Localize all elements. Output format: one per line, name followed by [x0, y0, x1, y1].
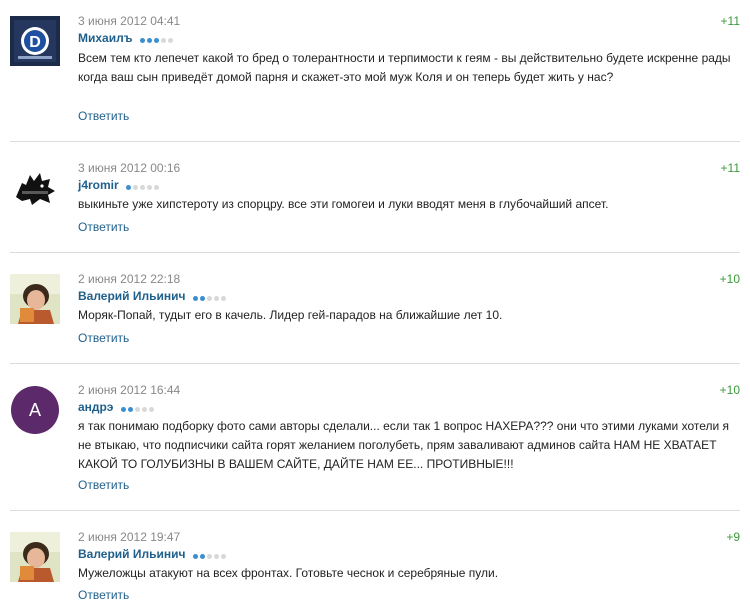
author-line: Михаилъ [78, 30, 175, 47]
user-photo-icon [10, 532, 60, 582]
comment-date: 2 июня 2012 16:44 [78, 383, 181, 397]
rating-dot [141, 406, 147, 412]
rating-dot [199, 553, 205, 559]
user-photo-icon [10, 274, 60, 324]
letter-avatar-icon: A [11, 386, 59, 434]
author-line: андрэ [78, 399, 156, 416]
rating-dot [206, 295, 212, 301]
author-link[interactable]: Валерий Ильинич [78, 289, 186, 303]
rating-dot [153, 37, 159, 43]
author-link[interactable]: андрэ [78, 400, 113, 414]
divider [10, 510, 740, 511]
comment-item: 2 июня 2012 22:18 +10 Валерий Ильинич Мо… [0, 272, 750, 352]
rating-dot [148, 406, 154, 412]
comment-item: A 2 июня 2012 16:44 +10 андрэ я так пони… [0, 383, 750, 503]
comment-text: Всем тем кто лепечет какой то бред о тол… [78, 51, 731, 84]
reply-button[interactable]: Ответить [78, 220, 129, 234]
comment-item: 2 июня 2012 19:47 +9 Валерий Ильинич Муж… [0, 530, 750, 610]
reply-button[interactable]: Ответить [78, 588, 129, 602]
direwolf-icon [10, 163, 60, 213]
svg-text:A: A [29, 400, 41, 420]
rating-dot [192, 295, 198, 301]
rating-dot [133, 184, 139, 190]
rating-dot [140, 184, 146, 190]
author-link[interactable]: Михаилъ [78, 31, 132, 45]
comment-item: D 3 июня 2012 04:41 +11 Михаилъ Всем тем… [0, 14, 750, 134]
rating-dot [192, 553, 198, 559]
comment-text: Мужеложцы атакуют на всех фронтах. Готов… [78, 566, 499, 580]
author-rating [192, 547, 228, 563]
rating-dot [120, 406, 126, 412]
comment-date: 2 июня 2012 22:18 [78, 272, 181, 286]
author-rating [139, 31, 175, 47]
comment-score: +9 [726, 530, 740, 544]
dynamo-logo-icon: D [10, 16, 60, 66]
comment-score: +11 [720, 161, 740, 175]
author-line: Валерий Ильинич [78, 288, 228, 305]
rating-dot [220, 553, 226, 559]
comment-text: выкиньте уже хипстероту из спорцру. все … [78, 197, 609, 211]
rating-dot [220, 295, 226, 301]
rating-dot [199, 295, 205, 301]
rating-dot [126, 184, 132, 190]
rating-dot [160, 37, 166, 43]
reply-button[interactable]: Ответить [78, 109, 129, 123]
avatar[interactable] [10, 532, 60, 582]
author-rating [192, 289, 228, 305]
comment-text: я так понимаю подборку фото сами авторы … [78, 419, 730, 471]
comment-score: +10 [719, 272, 740, 286]
rating-dot [134, 406, 140, 412]
comment-date: 3 июня 2012 04:41 [78, 14, 181, 28]
reply-button[interactable]: Ответить [78, 478, 129, 492]
rating-dot [139, 37, 145, 43]
comment-item: 3 июня 2012 00:16 +11 j4romir выкиньте у… [0, 161, 750, 241]
rating-dot [213, 295, 219, 301]
author-rating [120, 400, 156, 416]
author-line: Валерий Ильинич [78, 546, 228, 563]
svg-text:D: D [29, 34, 41, 51]
avatar[interactable]: A [10, 385, 60, 435]
avatar[interactable]: D [10, 16, 60, 66]
divider [10, 363, 740, 364]
comment-date: 2 июня 2012 19:47 [78, 530, 181, 544]
comment-score: +10 [719, 383, 740, 397]
rating-dot [154, 184, 160, 190]
author-line: j4romir [78, 177, 161, 194]
avatar[interactable] [10, 163, 60, 213]
comment-date: 3 июня 2012 00:16 [78, 161, 181, 175]
rating-dot [147, 184, 153, 190]
author-link[interactable]: j4romir [78, 178, 119, 192]
rating-dot [127, 406, 133, 412]
rating-dot [213, 553, 219, 559]
author-rating [126, 178, 161, 194]
comment-text: Моряк-Попай, тудыт его в качель. Лидер г… [78, 308, 503, 322]
reply-button[interactable]: Ответить [78, 331, 129, 345]
rating-dot [206, 553, 212, 559]
comment-score: +11 [720, 14, 740, 28]
author-link[interactable]: Валерий Ильинич [78, 547, 186, 561]
divider [10, 141, 740, 142]
divider [10, 252, 740, 253]
rating-dot [146, 37, 152, 43]
avatar[interactable] [10, 274, 60, 324]
rating-dot [167, 37, 173, 43]
